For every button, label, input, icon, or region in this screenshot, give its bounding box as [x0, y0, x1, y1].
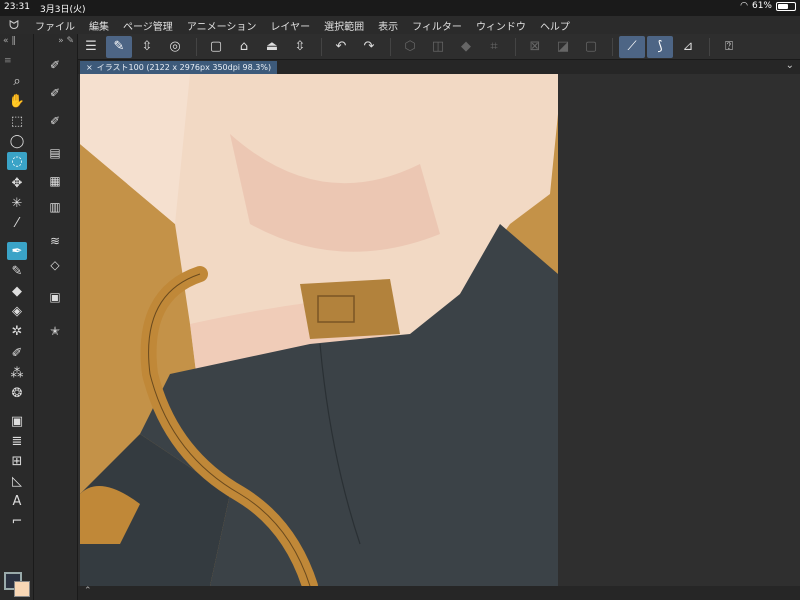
menu-selection[interactable]: 選択範囲	[317, 18, 371, 33]
subtool-layer-icon[interactable]: ▤	[44, 144, 66, 162]
crop-icon[interactable]: ⌗	[481, 36, 507, 58]
eyedropper-icon[interactable]: ⁄	[7, 214, 27, 232]
battery-percent: 61%	[751, 1, 772, 11]
new-doc-icon[interactable]: ▢	[203, 36, 229, 58]
menu-help[interactable]: ヘルプ	[533, 18, 577, 33]
collapse-right-icon[interactable]: » ✎	[58, 36, 74, 46]
workspace	[78, 74, 800, 586]
subtool-stack-icon[interactable]: ≋	[44, 232, 66, 250]
menu-filter[interactable]: フィルター	[405, 18, 469, 33]
chevron-up-icon[interactable]: ⌃	[84, 586, 92, 596]
menu-edit[interactable]: 編集	[82, 18, 116, 33]
stepper-icon-2[interactable]: ⇳	[287, 36, 313, 58]
auto-select-icon[interactable]: ✳	[7, 194, 27, 212]
status-right: ◠ 61%	[740, 1, 796, 11]
decoration-icon[interactable]: ✲	[7, 322, 27, 340]
hide-selection-icon[interactable]: ⊠	[522, 36, 548, 58]
pen-icon[interactable]: ✒	[7, 242, 27, 260]
subtool-folder-icon[interactable]: ▣	[44, 288, 66, 306]
battery-fill	[778, 3, 788, 9]
palette-grip-icon[interactable]: ≡	[4, 56, 14, 66]
pencil-icon[interactable]: ✎	[7, 262, 27, 280]
frame-icon[interactable]: ⊞	[7, 452, 27, 470]
spiral-icon[interactable]: ◎	[162, 36, 188, 58]
ruler-icon[interactable]: ◺	[7, 472, 27, 490]
gradient-icon[interactable]: ▣	[7, 412, 27, 430]
menu-animation[interactable]: アニメーション	[180, 18, 264, 33]
snap-grid-icon[interactable]: ⊿	[675, 36, 701, 58]
sub-color-swatch[interactable]	[14, 581, 30, 597]
correction-icon[interactable]: ⌐	[7, 512, 27, 530]
subtool-pen-c-icon[interactable]: ✐	[44, 112, 66, 130]
edit-pen-icon[interactable]: ✎	[106, 35, 132, 58]
select-clear-icon[interactable]: ⬡	[397, 36, 423, 58]
move-icon[interactable]: ✥	[7, 174, 27, 192]
menu-view[interactable]: 表示	[371, 18, 405, 33]
figure-icon[interactable]: ≣	[7, 432, 27, 450]
lasso-fill-icon[interactable]: ◌	[7, 152, 27, 170]
undo-icon[interactable]: ↶	[328, 36, 354, 58]
menu-page[interactable]: ページ管理	[116, 18, 180, 33]
airbrush-icon[interactable]: ⁂	[7, 364, 27, 382]
canvas[interactable]	[80, 74, 558, 586]
belt	[300, 279, 400, 339]
menu-icon[interactable]: ☰	[78, 36, 104, 58]
close-tab-icon[interactable]: ×	[86, 63, 93, 72]
battery-icon	[776, 1, 796, 11]
status-bar: 23:31 3月3日(火) ◠ 61%	[0, 0, 800, 16]
illustration	[80, 74, 558, 586]
redo-icon[interactable]: ↷	[356, 36, 382, 58]
subtool-pen-a-icon[interactable]: ✐	[44, 56, 66, 74]
blend-icon[interactable]: ❂	[7, 384, 27, 402]
subtool-film-icon[interactable]: ▥	[44, 198, 66, 216]
menu-file[interactable]: ファイル	[28, 18, 82, 33]
lasso-icon[interactable]: ◯	[7, 132, 27, 150]
brush-icon[interactable]: ✐	[7, 344, 27, 362]
help-icon[interactable]: ⍰	[716, 36, 742, 58]
menu-bar: ᗢ ファイル 編集 ページ管理 アニメーション レイヤー 選択範囲 表示 フィル…	[0, 16, 800, 34]
separator	[196, 37, 197, 56]
wifi-icon: ◠	[740, 1, 748, 11]
open-icon[interactable]: ⌂	[231, 36, 257, 58]
document-tab[interactable]: × イラスト100 (2122 x 2976px 350dpi 98.3%)	[80, 61, 278, 74]
subtool-star-icon[interactable]: ✭	[44, 322, 66, 340]
menu-window[interactable]: ウィンドウ	[469, 18, 533, 33]
clock: 23:31	[4, 2, 30, 12]
subtool-layers-icon[interactable]: ◇	[44, 256, 66, 274]
date: 3月3日(火)	[40, 5, 86, 15]
hand-icon[interactable]: ✋	[7, 92, 27, 110]
frame-border-icon[interactable]: ▢	[578, 36, 604, 58]
separator	[390, 37, 391, 56]
tool-palette: « ‖ ≡ ⌕ ✋ ⬚ ◯ ◌ ✥ ✳ ⁄ ✒ ✎ ◆ ◈ ✲ ✐ ⁂ ❂ ▣ …	[0, 34, 34, 600]
subtool-grid-icon[interactable]: ▦	[44, 172, 66, 190]
stepper-icon[interactable]: ⇳	[134, 36, 160, 58]
subtool-pen-b-icon[interactable]: ✐	[44, 84, 66, 102]
document-tab-bar: × イラスト100 (2122 x 2976px 350dpi 98.3%) ⌄	[78, 60, 800, 74]
fill-selection-icon[interactable]: ◆	[453, 36, 479, 58]
snap-special-icon[interactable]: ⟆	[647, 35, 673, 58]
zoom-icon[interactable]: ⌕	[7, 72, 27, 90]
command-bar: ☰ ✎ ⇳ ◎ ▢ ⌂ ⏏ ⇳ ↶ ↷ ⬡ ◫ ◆ ⌗ ⊠ ◪ ▢ ⟋ ⟆ ⊿ …	[78, 34, 800, 60]
save-icon[interactable]: ⏏	[259, 36, 285, 58]
menu-layer[interactable]: レイヤー	[263, 18, 317, 33]
text-icon[interactable]: A	[7, 492, 27, 510]
operation-icon[interactable]: ⬚	[7, 112, 27, 130]
select-invert-icon[interactable]: ◫	[425, 36, 451, 58]
snap-ruler-icon[interactable]: ⟋	[619, 35, 645, 58]
separator	[612, 37, 613, 56]
clip-studio-logo-icon[interactable]: ᗢ	[0, 18, 28, 33]
fill-icon[interactable]: ◈	[7, 302, 27, 320]
chevron-down-icon[interactable]: ⌄	[786, 60, 794, 71]
collapse-left-icon[interactable]: « ‖	[3, 36, 16, 46]
separator	[321, 37, 322, 56]
document-tab-label: イラスト100 (2122 x 2976px 350dpi 98.3%)	[96, 63, 272, 72]
bottom-bar: ⌃	[78, 586, 800, 600]
separator	[709, 37, 710, 56]
separator	[515, 37, 516, 56]
mask-icon[interactable]: ◪	[550, 36, 576, 58]
subtool-palette: » ✎ ✐ ✐ ✐ ▤ ▦ ▥ ≋ ◇ ▣ ✭	[34, 34, 78, 600]
eraser-icon[interactable]: ◆	[7, 282, 27, 300]
